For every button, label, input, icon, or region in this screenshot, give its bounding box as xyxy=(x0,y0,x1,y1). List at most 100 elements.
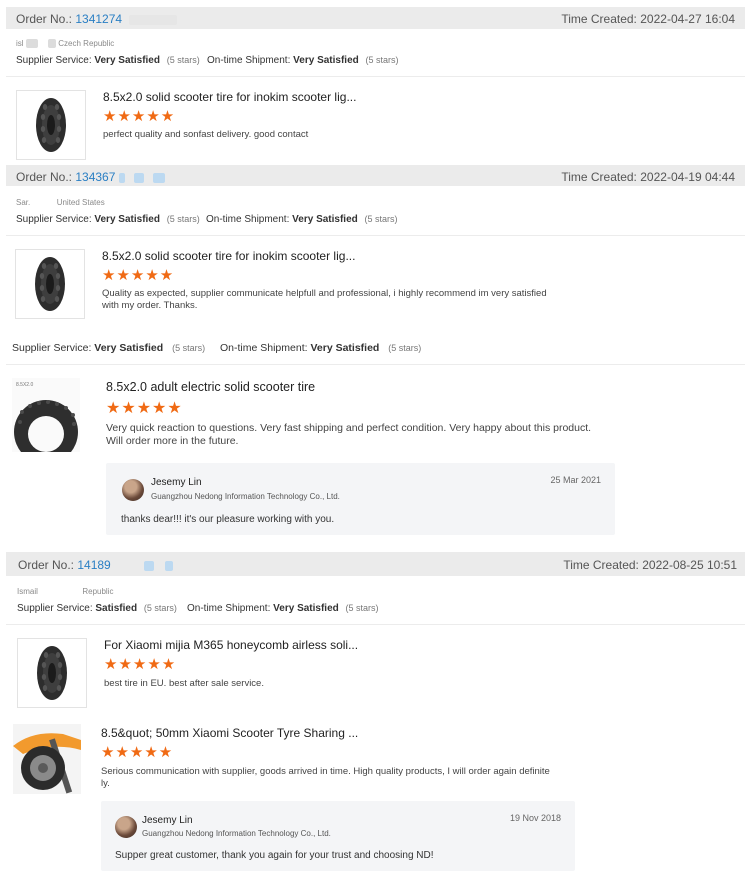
product-title[interactable]: 8.5&quot; 50mm Xiaomi Scooter Tyre Shari… xyxy=(101,726,358,740)
reply-message: Supper great customer, thank you again f… xyxy=(115,850,434,861)
supplier-service-rating: Supplier Service: Very Satisfied (5 star… xyxy=(12,342,205,354)
supplier-reply: Jesemy Lin Guangzhou Nedong Information … xyxy=(101,801,575,871)
supplier-service-label: Supplier Service: xyxy=(12,342,92,354)
divider xyxy=(6,76,745,77)
order-number: Order No.: 1341274 xyxy=(16,12,178,26)
review-text: perfect quality and sonfast delivery. go… xyxy=(103,129,309,140)
time-created-label: Time Created: xyxy=(561,170,637,184)
product-image[interactable] xyxy=(13,724,81,794)
order-number-value[interactable]: 14189 xyxy=(77,558,110,572)
product-image[interactable] xyxy=(15,249,85,319)
shipment-label: On-time Shipment: xyxy=(207,55,291,66)
product-image[interactable] xyxy=(17,638,87,708)
time-created-value: 2022-04-19 04:44 xyxy=(640,170,735,184)
shipment-rating: On-time Shipment: Very Satisfied (5 star… xyxy=(187,603,379,614)
supplier-service-stars: (5 stars) xyxy=(166,214,200,224)
redacted-mark xyxy=(118,172,125,183)
review-stars: ★★★★★ xyxy=(101,744,174,761)
redacted-mark xyxy=(48,39,57,49)
supplier-service-stars: (5 stars) xyxy=(143,603,177,613)
review-text: Serious communication with supplier, goo… xyxy=(101,766,561,790)
supplier-service-label: Supplier Service: xyxy=(16,55,92,66)
order-time: Time Created: 2022-04-27 16:04 xyxy=(561,12,735,26)
supplier-service-label: Supplier Service: xyxy=(17,603,93,614)
reply-date: 25 Mar 2021 xyxy=(550,475,601,485)
order-number-value[interactable]: 134367 xyxy=(75,170,115,184)
reply-company: Guangzhou Nedong Information Technology … xyxy=(142,829,331,838)
review-text: Very quick reaction to questions. Very f… xyxy=(106,422,606,448)
scooter-wheel-icon xyxy=(13,724,81,794)
buyer-name: isl xyxy=(16,39,24,48)
order-number: Order No.: 14189 xyxy=(18,558,174,572)
product-image[interactable]: 8.5X2.0 xyxy=(12,378,80,452)
review-text-line: ly. xyxy=(101,778,110,789)
buyer-name: Sar. xyxy=(16,198,31,207)
shipment-label: On-time Shipment: xyxy=(187,603,271,614)
review-text-line: Will order more in the future. xyxy=(106,435,239,447)
avatar xyxy=(122,479,144,501)
supplier-service-rating: Supplier Service: Satisfied (5 stars) xyxy=(17,603,177,614)
order-number-label: Order No.: xyxy=(16,170,73,184)
time-created-label: Time Created: xyxy=(561,12,637,26)
honeycomb-tire-icon xyxy=(37,646,67,700)
reply-author-name: Jesemy Lin xyxy=(142,815,193,826)
supplier-reply: Jesemy Lin Guangzhou Nedong Information … xyxy=(106,463,615,535)
supplier-service-value: Satisfied xyxy=(95,603,138,614)
review-text: best tire in EU. best after sale service… xyxy=(104,678,264,689)
order-time: Time Created: 2022-04-19 04:44 xyxy=(561,170,735,184)
shipment-label: On-time Shipment: xyxy=(206,214,290,225)
review-stars: ★★★★★ xyxy=(106,400,183,417)
product-title[interactable]: 8.5x2.0 adult electric solid scooter tir… xyxy=(106,380,315,394)
order-header: Order No.: 134367 Time Created: 2022-04-… xyxy=(6,165,745,186)
reply-message: thanks dear!!! it's our pleasure working… xyxy=(121,514,335,525)
review-text: Quality as expected, supplier communicat… xyxy=(102,288,562,312)
review-text-line: Quality as expected, supplier communicat… xyxy=(102,288,547,299)
order-number-label: Order No.: xyxy=(18,558,75,572)
supplier-service-stars: (5 stars) xyxy=(172,343,206,353)
shipment-stars: (5 stars) xyxy=(345,603,379,613)
product-title[interactable]: 8.5x2.0 solid scooter tire for inokim sc… xyxy=(102,249,355,263)
tire-closeup-icon: 8.5X2.0 xyxy=(12,378,80,452)
time-created-label: Time Created: xyxy=(563,558,639,572)
shipment-rating: On-time Shipment: Very Satisfied (5 star… xyxy=(206,214,398,225)
review-text-line: with my order. Thanks. xyxy=(102,300,198,311)
shipment-value: Very Satisfied xyxy=(293,55,359,66)
order-number-value[interactable]: 1341274 xyxy=(75,12,122,26)
review-stars: ★★★★★ xyxy=(102,267,175,284)
shipment-stars: (5 stars) xyxy=(365,55,399,65)
shipment-rating: On-time Shipment: Very Satisfied (5 star… xyxy=(207,55,399,66)
honeycomb-tire-icon xyxy=(35,257,65,311)
product-image[interactable] xyxy=(16,90,86,160)
redacted-mark xyxy=(134,172,145,183)
order-number-label: Order No.: xyxy=(16,12,73,26)
redacted-mark xyxy=(25,39,38,49)
buyer-info: isl Czech Republic xyxy=(16,39,114,49)
divider xyxy=(6,624,745,625)
shipment-stars: (5 stars) xyxy=(364,214,398,224)
buyer-country: United States xyxy=(56,198,105,207)
buyer-country: Republic xyxy=(82,587,114,596)
review-text-line: Serious communication with supplier, goo… xyxy=(101,766,550,777)
product-title[interactable]: For Xiaomi mijia M365 honeycomb airless … xyxy=(104,638,358,652)
honeycomb-tire-icon xyxy=(36,98,66,152)
order-number: Order No.: 134367 xyxy=(16,170,166,184)
supplier-service-label: Supplier Service: xyxy=(16,214,92,225)
redacted-mark xyxy=(153,172,166,183)
supplier-service-value: Very Satisfied xyxy=(94,342,164,354)
redacted-mark xyxy=(165,560,174,571)
buyer-info: Sar. United States xyxy=(16,198,105,207)
order-header: Order No.: 14189 Time Created: 2022-08-2… xyxy=(6,552,745,576)
reply-company: Guangzhou Nedong Information Technology … xyxy=(151,492,340,501)
redacted-mark xyxy=(144,560,155,571)
divider xyxy=(6,235,745,236)
shipment-value: Very Satisfied xyxy=(292,214,358,225)
time-created-value: 2022-08-25 10:51 xyxy=(642,558,737,572)
buyer-info: Ismail Republic xyxy=(17,587,114,596)
supplier-service-rating: Supplier Service: Very Satisfied (5 star… xyxy=(16,214,200,225)
shipment-rating: On-time Shipment: Very Satisfied (5 star… xyxy=(220,342,421,354)
avatar xyxy=(115,816,137,838)
buyer-name: Ismail xyxy=(17,587,38,596)
image-caption: 8.5X2.0 xyxy=(16,382,33,388)
shipment-label: On-time Shipment: xyxy=(220,342,308,354)
product-title[interactable]: 8.5x2.0 solid scooter tire for inokim sc… xyxy=(103,90,356,104)
